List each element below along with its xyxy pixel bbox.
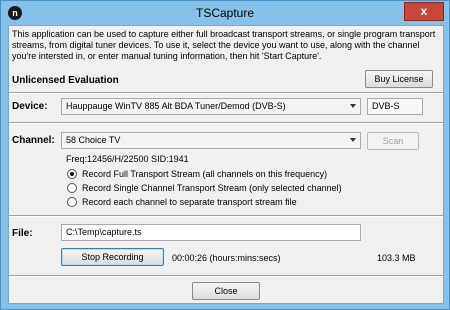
license-status: Unlicensed Evaluation — [12, 75, 119, 86]
intro-text: This application can be used to capture … — [12, 29, 436, 61]
radio-button[interactable] — [67, 169, 77, 179]
app-window: n TSCapture x This application can be us… — [0, 0, 450, 310]
divider — [9, 215, 443, 217]
scan-button[interactable]: Scan — [367, 132, 419, 150]
frequency-info: Freq:12456/H/22500 SID:1941 — [66, 154, 189, 164]
chevron-down-icon — [350, 104, 356, 108]
elapsed-time: 00:00:26 (hours:mins:secs) — [172, 253, 281, 263]
divider — [9, 92, 443, 94]
file-path-input[interactable]: C:\Temp\capture.ts — [61, 224, 361, 241]
window-close-button[interactable]: x — [404, 2, 444, 21]
channel-dropdown[interactable]: 58 Choice TV — [61, 132, 361, 149]
stop-recording-button[interactable]: Stop Recording — [61, 248, 164, 266]
device-label: Device: — [12, 101, 48, 112]
radio-button[interactable] — [67, 197, 77, 207]
file-size: 103.3 MB — [377, 253, 416, 263]
device-dropdown[interactable]: Hauppauge WinTV 885 Alt BDA Tuner/Demod … — [61, 98, 361, 115]
chevron-down-icon — [350, 138, 356, 142]
device-type-field: DVB-S — [367, 98, 423, 115]
buy-license-button[interactable]: Buy License — [365, 70, 433, 88]
client-area: This application can be used to capture … — [8, 25, 444, 304]
window-title: TSCapture — [195, 6, 255, 20]
radio-button[interactable] — [67, 183, 77, 193]
channel-label: Channel: — [12, 135, 55, 146]
radio-label: Record Full Transport Stream (all channe… — [82, 169, 328, 179]
radio-label: Record each channel to separate transpor… — [82, 197, 297, 207]
file-label: File: — [12, 228, 33, 239]
divider — [9, 275, 443, 277]
divider — [9, 122, 443, 124]
close-button[interactable]: Close — [192, 282, 260, 300]
radio-label: Record Single Channel Transport Stream (… — [82, 183, 342, 193]
channel-selected-value: 58 Choice TV — [66, 135, 121, 145]
device-selected-value: Hauppauge WinTV 885 Alt BDA Tuner/Demod … — [66, 101, 286, 111]
title-bar[interactable]: n TSCapture x — [1, 1, 449, 25]
